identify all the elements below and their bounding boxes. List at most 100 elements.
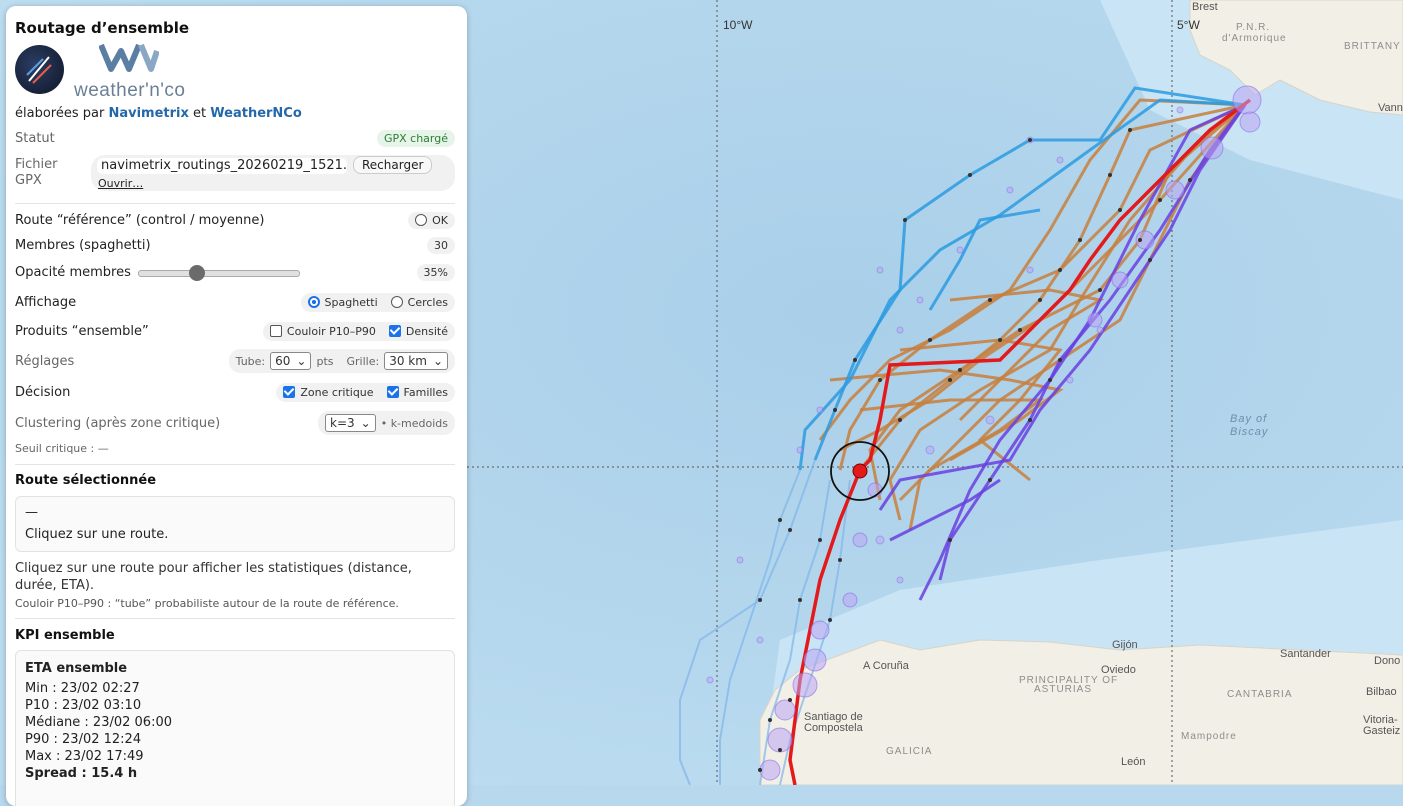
produits-options: Couloir P10–P90 Densité <box>262 321 455 341</box>
label-bilbao: Bilbao <box>1366 686 1397 698</box>
reglages-label: Réglages <box>15 353 75 369</box>
brand-text: weather'n'co <box>74 80 186 101</box>
weatherandco-logo: weather'n'co <box>74 42 189 101</box>
decision-row: Décision Zone critique Familles <box>15 381 455 403</box>
eta-title: ETA ensemble <box>25 661 128 676</box>
graticule-label-10w: 10°W <box>723 18 753 32</box>
label-mampodre: Mampodre <box>1181 731 1237 742</box>
file-picker: navimetrix_routings_20260219_1521.g Rech… <box>91 155 455 191</box>
credits-weatherandco-link[interactable]: WeatherNCo <box>210 106 302 121</box>
kpi-title: KPI ensemble <box>15 628 115 643</box>
statut-badge: GPX chargé <box>376 129 455 147</box>
membres-label: Membres (spaghetti) <box>15 237 151 253</box>
label-asturias-2: ASTURIAS <box>1034 684 1093 695</box>
label-acoruna: A Coruña <box>863 660 909 672</box>
opacity-slider[interactable] <box>138 265 300 281</box>
label-santiago-2: Compostela <box>804 722 863 734</box>
tube-label: Tube: <box>235 354 266 368</box>
label-bay-2: Biscay <box>1230 426 1269 438</box>
label-vitoria-2: Gasteiz <box>1363 725 1401 737</box>
affichage-label: Affichage <box>15 294 77 310</box>
couloir-checkbox[interactable] <box>269 325 282 337</box>
k-select[interactable]: k=3 ⌄ <box>325 414 376 432</box>
eta-p90: P90 : 23/02 12:24 <box>25 732 142 747</box>
clustering-options: k=3 ⌄ • k-medoids <box>318 411 455 435</box>
route-selection-dash: — <box>25 505 38 520</box>
label-cantabria: CANTABRIA <box>1227 689 1293 700</box>
tube-unit: pts <box>316 354 334 368</box>
membres-value: 30 <box>427 236 455 254</box>
separator <box>15 464 455 465</box>
credits-and: et <box>193 106 207 121</box>
chevron-down-icon: ⌄ <box>360 416 371 430</box>
open-file-button[interactable]: Ouvrir… <box>98 177 143 190</box>
seuil-critique: Seuil critique : — <box>15 442 109 455</box>
reglages-options: Tube: 60 ⌄ pts Grille: 30 km ⌄ <box>228 349 455 373</box>
panel-title: Routage d’ensemble <box>15 19 190 37</box>
fichier-label: Fichier GPX <box>15 157 58 188</box>
label-gijon: Gijón <box>1112 639 1138 651</box>
reload-button[interactable]: Recharger <box>353 156 433 174</box>
statut-row: Statut GPX chargé <box>15 127 455 149</box>
eta-median: Médiane : 23/02 06:00 <box>25 715 172 730</box>
label-brittany: BRITTANY <box>1344 41 1401 52</box>
densite-checkbox[interactable] <box>388 325 401 337</box>
clustering-row: Clustering (après zone critique) k=3 ⌄ • … <box>15 411 455 435</box>
couloir-label: Couloir P10–P90 <box>286 324 376 338</box>
ref-radio-icon <box>415 214 428 226</box>
file-name-field[interactable]: navimetrix_routings_20260219_1521.g <box>97 158 347 174</box>
opacity-slider-handle[interactable] <box>189 265 206 281</box>
separator <box>15 618 455 619</box>
route-info-text: Cliquez sur une route pour afficher les … <box>15 561 412 593</box>
densite-label: Densité <box>405 324 448 338</box>
decision-options: Zone critique Familles <box>276 382 455 402</box>
chevron-down-icon: ⌄ <box>432 354 443 368</box>
label-donostia: Dono <box>1374 655 1401 667</box>
credits: élaborées par Navimetrix et WeatherNCo <box>15 106 302 121</box>
zone-critique-checkbox[interactable] <box>283 386 296 398</box>
compass-icon <box>26 56 52 84</box>
ref-label: Route “référence” (control / moyenne) <box>15 212 265 228</box>
membres-row: Membres (spaghetti) 30 <box>15 234 455 256</box>
control-panel: Routage d’ensemble weather'n'co élaborée… <box>6 6 467 806</box>
label-pnr: P.N.R. <box>1236 22 1271 33</box>
label-vannes: Vann <box>1378 102 1403 114</box>
weather-logo-icon <box>99 43 159 72</box>
critical-point[interactable] <box>852 463 868 479</box>
route-selection-box: — Cliquez sur une route. <box>15 496 455 552</box>
k-value: k=3 <box>330 416 355 430</box>
ref-row: Route “référence” (control / moyenne) OK <box>15 209 455 231</box>
eta-p10: P10 : 23/02 03:10 <box>25 698 142 713</box>
credits-prefix: élaborées par <box>15 106 105 121</box>
route-selection-hint: Cliquez sur une route. <box>25 527 169 542</box>
ref-value: OK <box>432 213 448 227</box>
grille-select[interactable]: 30 km ⌄ <box>384 352 448 370</box>
clustering-label: Clustering (après zone critique) <box>15 415 221 431</box>
statut-label: Statut <box>15 130 55 146</box>
decision-label: Décision <box>15 384 71 400</box>
affichage-options: Spaghetti Cercles <box>300 292 455 312</box>
eta-max: Max : 23/02 17:49 <box>25 749 144 764</box>
separator <box>15 203 455 204</box>
credits-navimetrix-link[interactable]: Navimetrix <box>108 106 188 121</box>
chevron-down-icon: ⌄ <box>296 354 307 368</box>
label-santander: Santander <box>1280 648 1331 660</box>
reglages-row: Réglages Tube: 60 ⌄ pts Grille: 30 km ⌄ <box>15 349 455 373</box>
label-armorique: d'Armorique <box>1222 33 1287 44</box>
cercles-radio[interactable] <box>390 296 403 308</box>
opacity-label: Opacité membres <box>15 264 131 280</box>
k-method: • k-medoids <box>380 416 448 430</box>
affichage-row: Affichage Spaghetti Cercles <box>15 291 455 313</box>
spaghetti-radio[interactable] <box>307 296 320 308</box>
ref-status[interactable]: OK <box>408 211 455 229</box>
produits-row: Produits “ensemble” Couloir P10–P90 Dens… <box>15 320 455 342</box>
familles-checkbox[interactable] <box>386 386 399 398</box>
tube-select[interactable]: 60 ⌄ <box>270 352 312 370</box>
route-selection-title: Route sélectionnée <box>15 473 157 488</box>
spaghetti-label: Spaghetti <box>324 295 378 309</box>
zone-critique-label: Zone critique <box>300 385 374 399</box>
cercles-label: Cercles <box>407 295 448 309</box>
eta-min: Min : 23/02 02:27 <box>25 681 140 696</box>
navimetrix-logo <box>15 45 64 94</box>
label-bay-1: Bay of <box>1230 413 1268 425</box>
